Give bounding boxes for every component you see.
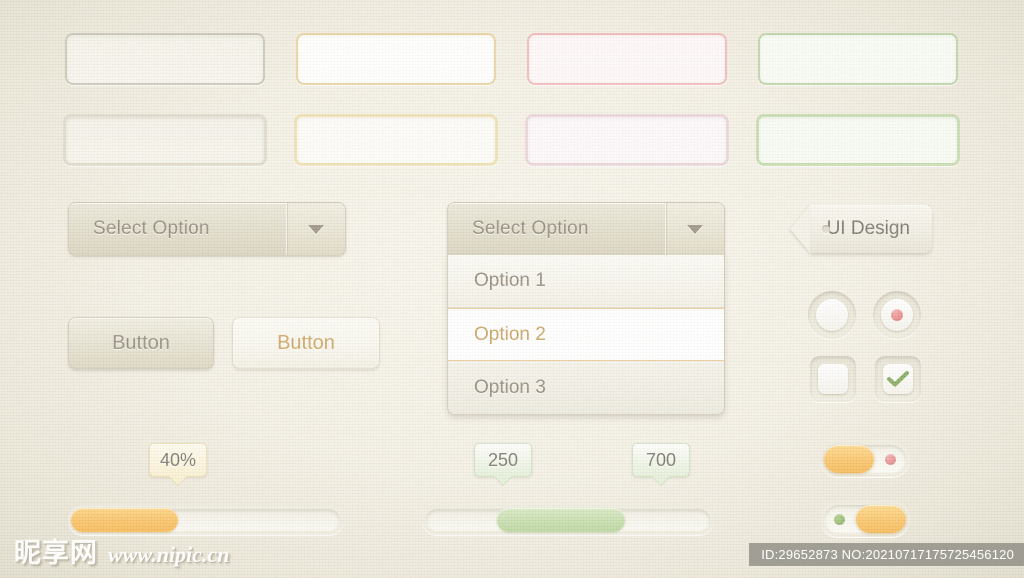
radio-unchecked-knob: [816, 299, 848, 331]
select-closed-value: Select Option: [93, 218, 210, 239]
secondary-button[interactable]: Button: [232, 317, 380, 369]
range-slider-fill[interactable]: [497, 508, 625, 532]
select-option-3-label: Option 3: [474, 376, 546, 398]
ui-kit-canvas: Select Option Select Option Option 1 Opt…: [0, 0, 1024, 578]
select-option-2[interactable]: Option 2: [448, 308, 724, 361]
slider-value-tooltip: 40%: [149, 443, 207, 485]
text-input-gold[interactable]: [296, 33, 496, 85]
select-option-2-label: Option 2: [474, 323, 546, 345]
range-low-label: 250: [487, 449, 519, 470]
select-open-arrow-button[interactable]: [665, 203, 724, 255]
primary-button-label: Button: [112, 331, 170, 354]
toggle-on[interactable]: [820, 501, 910, 537]
tag-point-icon: [790, 205, 810, 253]
checkbox-checked-box: [883, 364, 913, 394]
chevron-down-icon: [308, 224, 324, 234]
checkmark-icon: [887, 371, 909, 387]
ui-design-tag[interactable]: UI Design: [790, 205, 932, 253]
select-closed-arrow-button[interactable]: [286, 203, 345, 255]
watermark-site-url: www.nipic.cn: [108, 542, 230, 567]
range-high-label: 700: [645, 449, 677, 470]
text-input-green[interactable]: [758, 33, 958, 85]
watermark: 昵享网 www.nipic.cn: [14, 531, 229, 570]
toggle-off-knob[interactable]: [824, 445, 874, 473]
progress-slider-fill[interactable]: [71, 508, 179, 532]
text-input-pink-glow[interactable]: [525, 114, 729, 166]
radio-unchecked[interactable]: [808, 291, 856, 339]
toggle-on-indicator-icon: [834, 513, 845, 525]
text-input-green-glow[interactable]: [756, 114, 960, 166]
select-option-list: Option 1 Option 2 Option 3: [447, 255, 725, 415]
select-open[interactable]: Select Option: [447, 202, 725, 256]
select-open-value: Select Option: [472, 218, 589, 239]
select-option-1-label: Option 1: [474, 270, 546, 291]
checkbox-unchecked-box: [818, 364, 848, 394]
radio-checked[interactable]: [873, 291, 921, 339]
watermark-id-band: ID:29652873 NO:20210717175725456120: [749, 543, 1024, 566]
tooltip-pointer-icon: [652, 476, 670, 485]
slider-value-label: 40%: [159, 449, 197, 470]
checkbox-unchecked[interactable]: [810, 356, 856, 402]
text-input-grey[interactable]: [65, 33, 265, 85]
chevron-down-icon: [687, 224, 703, 234]
toggle-off[interactable]: [820, 441, 910, 477]
text-input-grey-glow[interactable]: [63, 114, 267, 166]
watermark-site-name: 昵享网: [14, 538, 98, 569]
tooltip-pointer-icon: [169, 476, 187, 485]
range-low-tooltip: 250: [474, 443, 532, 485]
select-option-3[interactable]: Option 3: [448, 361, 724, 414]
text-input-gold-glow[interactable]: [294, 114, 498, 166]
secondary-button-label: Button: [277, 331, 335, 354]
select-option-1[interactable]: Option 1: [448, 255, 724, 308]
select-closed[interactable]: Select Option: [68, 202, 346, 256]
toggle-off-indicator-icon: [885, 453, 896, 465]
range-high-tooltip: 700: [632, 443, 690, 485]
text-input-pink[interactable]: [527, 33, 727, 85]
toggle-on-knob[interactable]: [856, 505, 906, 533]
primary-button[interactable]: Button: [68, 317, 214, 369]
radio-dot-icon: [891, 309, 903, 321]
range-slider[interactable]: [422, 505, 714, 535]
ui-design-tag-label: UI Design: [826, 218, 910, 239]
checkbox-checked[interactable]: [875, 356, 921, 402]
tooltip-pointer-icon: [494, 476, 512, 485]
tag-hole-icon: [822, 225, 830, 233]
radio-checked-knob: [881, 299, 913, 331]
